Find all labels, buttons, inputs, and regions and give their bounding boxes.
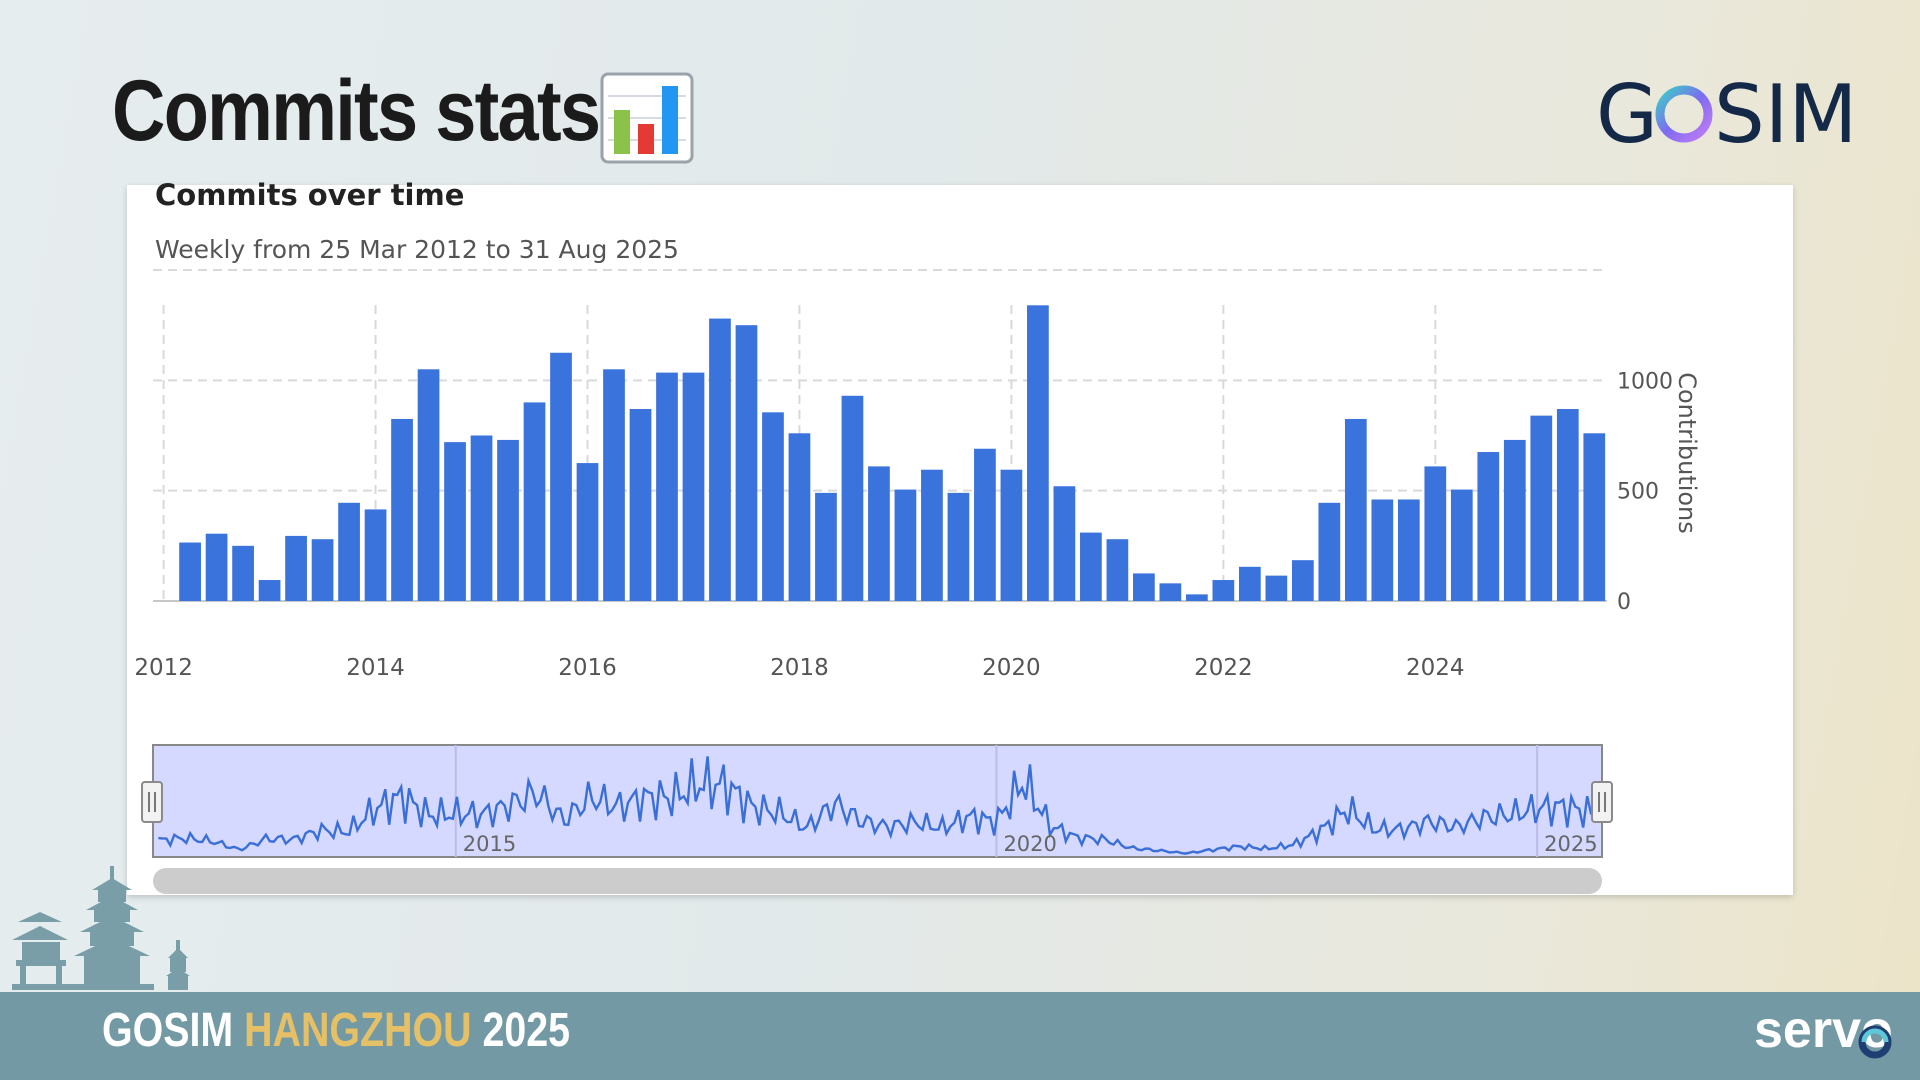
x-tick-label: 2022	[1194, 655, 1253, 681]
bar	[1212, 580, 1235, 601]
y-tick-label: 1000	[1617, 369, 1673, 394]
bar	[1397, 499, 1420, 601]
bar	[629, 409, 652, 601]
bar	[1291, 560, 1314, 601]
bar	[1106, 539, 1129, 601]
bar	[762, 412, 784, 601]
chart-bars	[179, 305, 1606, 601]
y-tick-label: 0	[1617, 590, 1631, 615]
bar	[1371, 499, 1394, 601]
bar	[311, 539, 334, 601]
x-tick-label: 2014	[346, 655, 405, 681]
event-year: 2025	[482, 1004, 571, 1057]
bar	[523, 402, 546, 601]
event-org: GOSIM	[102, 1004, 234, 1057]
bar	[576, 463, 599, 601]
bar	[338, 502, 360, 601]
bar	[550, 352, 572, 601]
bar	[1186, 594, 1208, 601]
bar	[841, 395, 864, 601]
bar	[947, 492, 970, 601]
bar	[1265, 575, 1288, 601]
bar	[1556, 409, 1579, 601]
bar	[1027, 305, 1049, 601]
y-axis-label: Contributions	[1673, 372, 1701, 534]
bar	[391, 418, 413, 601]
y-tick-label: 500	[1617, 480, 1659, 505]
bar	[815, 492, 837, 601]
bar	[444, 442, 466, 601]
bar	[709, 318, 731, 601]
bar	[1477, 452, 1500, 601]
bar	[735, 325, 758, 601]
bar	[656, 372, 678, 601]
bar	[364, 509, 387, 601]
bar	[1080, 532, 1102, 601]
bar	[205, 533, 228, 601]
bar	[682, 372, 705, 601]
commits-chart-card: Commits over time Weekly from 25 Mar 201…	[127, 178, 1793, 895]
commits-bar-chart: 0 500 1000 2012 2014 2016 2018 2020 2022 2024 Con…	[134, 269, 1701, 894]
navigator-tick-label: 2025	[1544, 832, 1597, 856]
servo-logo-icon	[1858, 1025, 1892, 1059]
navigator-tick-label: 2015	[463, 832, 516, 856]
svg-text:SIM: SIM	[1714, 74, 1852, 150]
gosim-logo: G SIM	[1596, 74, 1852, 150]
bar	[417, 369, 440, 601]
bar	[921, 469, 943, 601]
navigator-tick-label: 2020	[1003, 832, 1056, 856]
navigator-left-handle[interactable]	[141, 781, 163, 823]
bar	[470, 435, 493, 601]
x-tick-label: 2016	[558, 655, 617, 681]
bar	[1053, 486, 1076, 601]
bar	[603, 369, 625, 601]
bar	[258, 580, 281, 601]
bar-chart-emoji-icon	[600, 72, 694, 164]
x-tick-label: 2012	[134, 655, 193, 681]
bar	[1583, 433, 1606, 601]
bar	[1159, 583, 1182, 601]
bar	[285, 535, 307, 601]
bar	[974, 448, 996, 601]
bar	[232, 545, 254, 601]
event-name: GOSIM HANGZHOU 2025	[102, 1003, 570, 1058]
x-tick-label: 2020	[982, 655, 1041, 681]
bar	[179, 542, 201, 601]
bar	[788, 433, 811, 601]
bar	[1450, 489, 1473, 601]
bar	[1503, 439, 1526, 601]
bar	[1424, 466, 1447, 601]
navigator-right-handle[interactable]	[1591, 781, 1613, 823]
bar	[894, 489, 917, 601]
svg-text:G: G	[1596, 74, 1658, 150]
range-navigator[interactable]: 2015 2020 2025	[141, 744, 1613, 858]
footer-bar: GOSIM HANGZHOU 2025 servo	[0, 992, 1920, 1080]
slide-title: Commits stats	[112, 63, 601, 159]
x-tick-label: 2018	[770, 655, 829, 681]
bar	[868, 466, 890, 601]
bar	[1133, 573, 1155, 601]
x-tick-label: 2024	[1406, 655, 1465, 681]
bar	[1530, 415, 1553, 601]
pagoda-skyline-decoration	[12, 866, 190, 990]
bar	[1000, 469, 1023, 601]
bar	[1318, 502, 1341, 601]
bar	[497, 439, 519, 601]
bar	[1344, 418, 1367, 601]
navigator-scrollbar[interactable]	[153, 868, 1602, 894]
event-city: HANGZHOU	[244, 1004, 472, 1057]
bar	[1238, 566, 1261, 601]
